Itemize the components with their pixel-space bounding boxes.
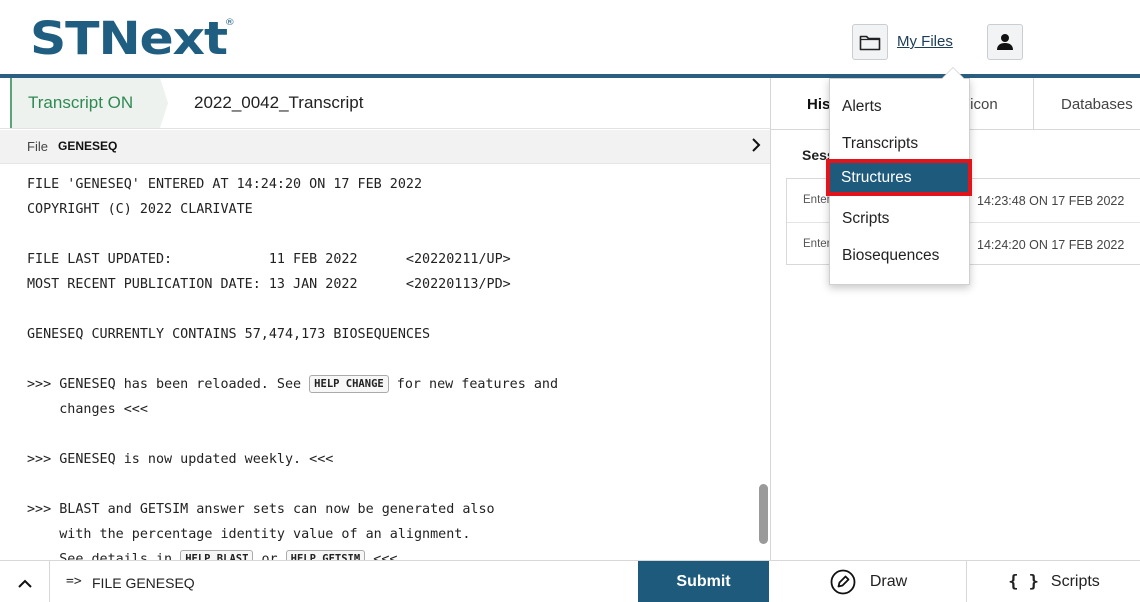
chevron-up-icon [17,579,32,588]
output-line: FILE 'GENESEQ' ENTERED AT 14:24:20 ON 17… [27,177,423,192]
submit-button[interactable]: Submit [638,561,769,602]
draw-label: Draw [869,573,908,590]
transcript-output[interactable]: FILE 'GENESEQ' ENTERED AT 14:24:20 ON 17… [0,164,758,560]
app-header: STNext ® My Files [0,0,1140,78]
output-line: COPYRIGHT (C) 2022 CLARIVATE [27,202,253,217]
panel-divider[interactable] [770,78,771,602]
scripts-button[interactable]: { } Scripts [968,561,1140,602]
output-line: with the percentage identity value of an… [27,527,471,542]
output-line: for new features and [388,377,559,392]
menu-item-scripts[interactable]: Scripts [830,200,969,237]
output-scrollbar[interactable] [759,484,768,544]
output-line: or [253,552,286,560]
output-line: >>> BLAST and GETSIM answer sets can now… [27,502,495,517]
folder-button[interactable] [852,24,888,60]
user-account-button[interactable] [987,24,1023,60]
menu-item-transcripts[interactable]: Transcripts [830,125,969,162]
help-getsim-command[interactable]: HELP GETSIM [285,550,366,560]
output-line: GENESEQ CURRENTLY CONTAINS 57,474,173 BI… [27,327,431,342]
help-blast-command[interactable]: HELP BLAST [180,550,254,560]
output-line: See details in [27,552,181,560]
my-files-link[interactable]: My Files [897,33,953,50]
menu-item-structures[interactable]: Structures [826,159,972,196]
panel-toggle-button[interactable] [746,137,766,157]
menu-item-alerts[interactable]: Alerts [830,88,969,125]
folder-icon [859,35,881,51]
transcript-status-toggle[interactable]: Transcript ON [10,78,168,128]
transcript-bar: Transcript ON 2022_0042_Transcript [0,78,770,129]
history-time: 14:24:20 ON 17 FEB 2022 [977,238,1125,252]
output-line: <<< [365,552,398,560]
menu-caret [942,68,964,79]
history-time: 14:23:48 ON 17 FEB 2022 [977,194,1125,208]
expand-command-button[interactable] [0,561,50,602]
current-file-bar: File GENESEQ [0,130,770,164]
menu-item-biosequences[interactable]: Biosequences [830,237,969,274]
stnext-logo[interactable]: STNext ® [30,12,235,65]
output-line: >>> GENESEQ is now updated weekly. <<< [27,452,334,467]
help-change-command[interactable]: HELP CHANGE [309,375,389,393]
scripts-label: Scripts [1050,573,1100,590]
chevron-right-icon [752,138,761,152]
command-bar: => Submit Draw { } Scripts [0,560,1140,602]
logo-text: STNext [30,12,228,65]
tab-divider [1033,78,1034,130]
output-line: changes <<< [27,402,148,417]
output-line: >>> GENESEQ has been reloaded. See [27,377,310,392]
draw-button[interactable]: Draw [771,561,967,602]
file-label: File [27,139,48,154]
transcript-name: 2022_0042_Transcript [194,93,364,112]
command-input[interactable] [92,571,622,595]
my-files-menu: Alerts Transcripts Structures Scripts Bi… [826,78,972,285]
command-prompt: => [66,574,82,589]
registered-mark: ® [224,18,235,28]
braces-icon: { } [1008,572,1039,592]
tab-databases[interactable]: Databases [1061,96,1133,113]
draw-pencil-icon [830,569,856,595]
output-text: FILE 'GENESEQ' ENTERED AT 14:24:20 ON 17… [27,172,558,560]
output-line: FILE LAST UPDATED: 11 FEB 2022 <20220211… [27,252,511,267]
user-icon [997,34,1013,50]
file-name: GENESEQ [58,139,118,153]
output-line: MOST RECENT PUBLICATION DATE: 13 JAN 202… [27,277,511,292]
